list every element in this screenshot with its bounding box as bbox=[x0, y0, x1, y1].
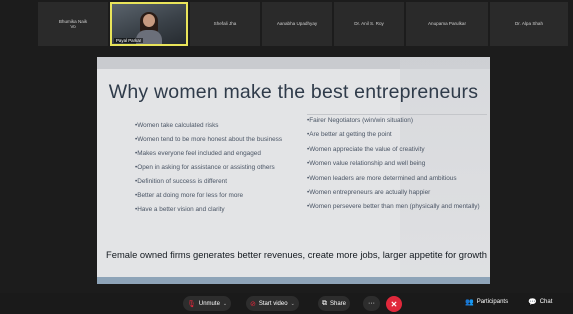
slide-bottom-band bbox=[97, 277, 490, 284]
participant-name: Bhumika Naik Vo bbox=[59, 19, 87, 30]
participant-name-tag: Payal Parkar bbox=[114, 37, 144, 43]
unmute-label: Unmute bbox=[198, 300, 220, 307]
slide-bullet: •Women leaders are more determined and a… bbox=[307, 174, 457, 182]
chevron-down-icon[interactable]: ⌄ bbox=[223, 301, 227, 307]
slide-footer-text: Female owned firms generates better reve… bbox=[106, 249, 487, 260]
chat-button[interactable]: 💬 Chat bbox=[528, 298, 552, 306]
slide-bullet: •Women appreciate the value of creativit… bbox=[307, 145, 425, 153]
participant-tile[interactable]: Shefali Jha bbox=[190, 2, 260, 46]
slide-bullet: •Women entrepreneurs are actually happie… bbox=[307, 188, 431, 196]
mic-muted-icon: 🎙 bbox=[187, 300, 196, 308]
participant-name-text: Bhumika Naik bbox=[58, 18, 88, 24]
slide-bullet: •Fairer Negotiators (win/win situation) bbox=[307, 117, 413, 124]
participant-tile[interactable]: Anupama Parulkar bbox=[406, 2, 488, 46]
participants-icon: 👥 bbox=[465, 299, 474, 306]
video-off-icon: ⊘ bbox=[250, 300, 256, 308]
start-video-button[interactable]: ⊘ Start video ⌄ bbox=[246, 296, 299, 311]
share-label: Share bbox=[330, 300, 347, 307]
participant-name-text: Shefali Jha bbox=[213, 21, 237, 27]
participants-button[interactable]: 👥 Participants bbox=[465, 298, 508, 306]
slide-bullet: •Have a better vision and clarity bbox=[135, 206, 225, 213]
share-screen-icon: ⧉ bbox=[322, 299, 327, 307]
leave-button[interactable]: ✕ bbox=[386, 296, 402, 312]
participant-name-text: Dr. Alpa Shah bbox=[514, 21, 544, 27]
unmute-button[interactable]: 🎙 Unmute ⌄ bbox=[183, 296, 232, 311]
share-button[interactable]: ⧉ Share bbox=[318, 296, 351, 311]
participant-strip: Bhumika Naik Vo Payal Parkar Shefali Jha… bbox=[38, 2, 568, 46]
participant-tile-active-speaker[interactable]: Payal Parkar bbox=[110, 2, 188, 46]
slide-divider bbox=[307, 114, 487, 115]
slide-bullet: •Women take calculated risks bbox=[135, 122, 219, 129]
participant-tile[interactable]: Dr. Alpa Shah bbox=[490, 2, 568, 46]
participant-tile[interactable]: Dr. Anil S. Roy bbox=[334, 2, 404, 46]
chat-label: Chat bbox=[539, 299, 553, 305]
slide-bullet: •Makes everyone feel included and engage… bbox=[135, 150, 261, 157]
slide-title: Why women make the best entrepreneurs bbox=[108, 81, 479, 103]
slide-bullet: •Open in asking for assistance or assist… bbox=[135, 164, 275, 171]
participants-label: Participants bbox=[476, 299, 509, 305]
slide-bullet: •Women persevere better than men (physic… bbox=[307, 203, 480, 211]
slide-bullet: •Women tend to be more honest about the … bbox=[135, 136, 283, 143]
slide-bullet: •Better at doing more for less for more bbox=[135, 192, 244, 199]
start-video-label: Start video bbox=[258, 300, 288, 307]
slide-bullet: •Are better at getting the point bbox=[307, 131, 392, 139]
more-options-button[interactable]: ··· bbox=[363, 296, 380, 311]
participant-tile[interactable]: Bhumika Naik Vo bbox=[38, 2, 108, 46]
slide-bullet: •Women value relationship and well being bbox=[307, 160, 426, 168]
slide-left-bullets: •Women take calculated risks •Women tend… bbox=[135, 122, 315, 220]
participant-name-text: Dr. Anil S. Roy bbox=[354, 21, 384, 27]
participant-name-text: Anupama Parulkar bbox=[427, 21, 467, 27]
slide-right-bullets: •Fairer Negotiators (win/win situation) … bbox=[307, 117, 489, 218]
participant-name-text: Aanabha Upadhyay bbox=[276, 21, 318, 27]
chat-icon: 💬 bbox=[528, 299, 537, 306]
participant-tile[interactable]: Aanabha Upadhyay bbox=[262, 2, 332, 46]
more-icon: ··· bbox=[368, 300, 375, 307]
leave-icon: ✕ bbox=[390, 299, 398, 309]
participant-subtext: Vo bbox=[70, 24, 76, 29]
slide-bullet: •Definition of success is different bbox=[135, 178, 227, 185]
chevron-down-icon[interactable]: ⌄ bbox=[291, 301, 295, 307]
